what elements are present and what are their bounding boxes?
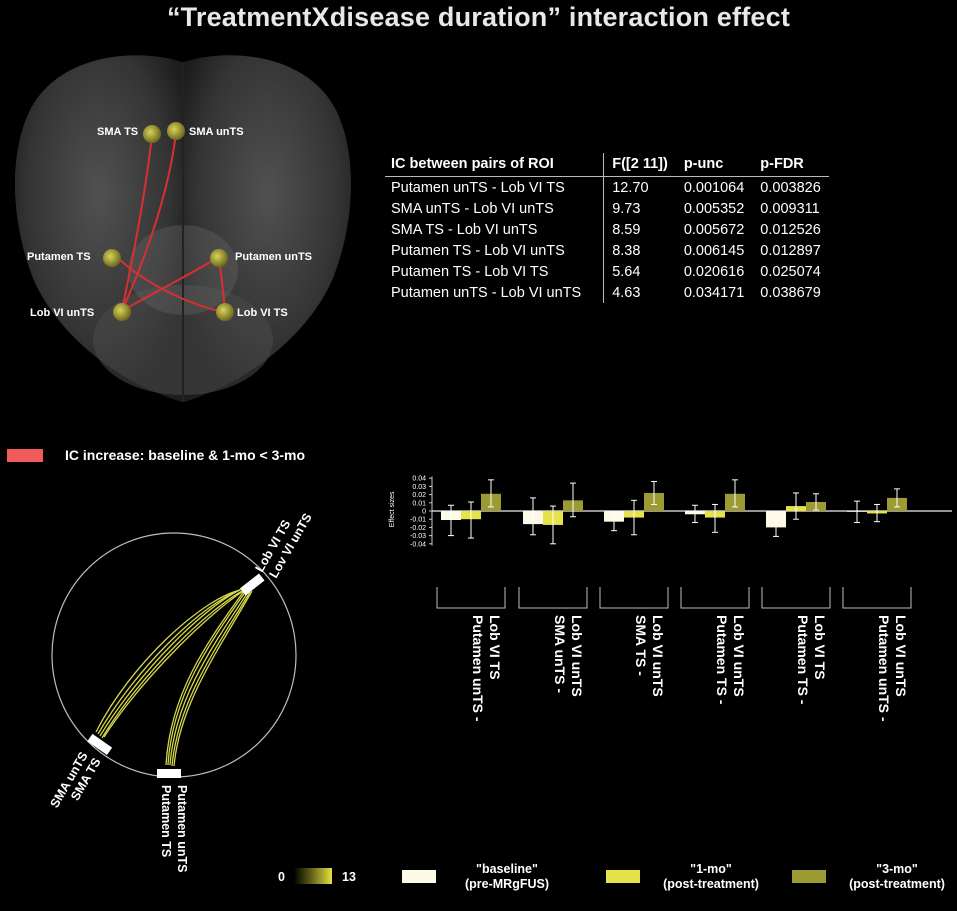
- y-tick-label: -0.03: [410, 533, 426, 540]
- connectivity-circle: Lob VI TS Lov VI unTS SMA unTS SMA TS Pu…: [0, 455, 380, 906]
- cell-f: 8.38: [612, 243, 641, 259]
- category-label: SMA TS - Lob VI unTS: [633, 615, 666, 697]
- colorbar-min-label: 0: [278, 870, 285, 884]
- y-tick-label: -0.04: [410, 541, 426, 548]
- category-label: Putamen unTS - Lob VI TS: [470, 615, 503, 725]
- cell-pair: Putamen TS - Lob VI TS: [385, 261, 605, 282]
- cell-p-unc: 0.020616: [683, 264, 745, 280]
- category-bracket: [436, 587, 506, 609]
- bar-chart-svg: 0.040.030.020.01 0-0.01-0.02-0.03-0.04 Eff…: [389, 476, 952, 725]
- circle-label-putamen-ts: Putamen TS: [159, 785, 173, 857]
- cell-p-unc: 0.005672: [683, 222, 745, 238]
- y-tick-label: 0.02: [412, 492, 426, 499]
- node-putamen: [157, 769, 181, 778]
- header-p-fdr: p-FDR: [752, 153, 829, 177]
- legend-label-baseline: "baseline" (pre-MRgFUS): [464, 862, 549, 891]
- category-label: Putamen unTS - Lob VI unTS: [876, 615, 909, 725]
- table-header-row: IC between pairs of ROI F([2 11]) p-unc …: [385, 153, 829, 177]
- cell-p-fdr: 0.009311: [760, 201, 820, 217]
- cell-f: 9.73: [612, 201, 641, 217]
- y-tick-label: -0.01: [410, 517, 426, 524]
- y-axis-label: Effect sizes: [389, 491, 396, 527]
- roi-lob-vi-ts: [216, 303, 234, 321]
- roi-putamen-ts: [103, 249, 121, 267]
- y-tick-label: 0.01: [412, 500, 426, 507]
- table-row: Putamen TS - Lob VI TS 5.64 0.020616 0.0250…: [385, 261, 829, 282]
- cell-p-fdr: 0.025074: [760, 264, 821, 280]
- roi-putamen-unts: [210, 249, 228, 267]
- cell-p-fdr: 0.012526: [760, 222, 821, 238]
- connectivity-ring: Lob VI TS Lov VI unTS SMA unTS SMA TS Pu…: [47, 511, 314, 873]
- y-tick-label: 0.04: [412, 476, 426, 483]
- legend-swatch-baseline: [402, 870, 436, 883]
- roi-label-sma-ts: SMA TS: [97, 126, 139, 138]
- bottom-legend: 0 13 "baseline" (pre-MRgFUS) "1-mo" (post-…: [0, 858, 957, 906]
- cell-p-unc: 0.005352: [683, 201, 745, 217]
- cell-f: 5.64: [612, 264, 641, 280]
- roi-sma-unts: [167, 122, 185, 140]
- cell-pair: Putamen unTS - Lob VI TS: [385, 176, 605, 198]
- legend-label-1mo: "1-mo" (post-treatment): [663, 862, 759, 891]
- table-row: Putamen unTS - Lob VI TS 12.70 0.001064 0.0…: [385, 176, 829, 198]
- legend-label-3mo: "3-mo" (post-treatment): [849, 862, 945, 891]
- cell-p-unc: 0.001064: [683, 180, 745, 196]
- category-bracket: [842, 587, 912, 609]
- connectivity-edges: [95, 587, 253, 767]
- roi-label-sma-unts: SMA unTS: [189, 126, 244, 138]
- y-tick-label: 0: [422, 509, 426, 516]
- roi-label-putamen-ts: Putamen TS: [27, 251, 91, 263]
- cell-p-unc: 0.034171: [683, 285, 745, 301]
- header-p-unc: p-unc: [675, 153, 753, 177]
- header-ic-pairs: IC between pairs of ROI: [385, 153, 605, 177]
- colorbar: [294, 868, 332, 884]
- table-row: Putamen unTS - Lob VI unTS 4.63 0.034171 0.…: [385, 282, 829, 303]
- roi-sma-ts: [143, 125, 161, 143]
- chart-title: “TreatmentXdisease duration” interaction…: [166, 2, 791, 32]
- legend-swatch-1mo: [606, 870, 640, 883]
- category-bracket: [518, 587, 588, 609]
- category-label: Putamen TS - Lob VI unTS: [714, 615, 747, 708]
- category-bracket: [599, 587, 669, 609]
- cell-f: 8.59: [612, 222, 641, 238]
- category-bracket: [761, 587, 831, 609]
- table-row: Putamen TS - Lob VI unTS 8.38 0.006145 0.01…: [385, 240, 829, 261]
- cell-p-fdr: 0.012897: [760, 243, 821, 259]
- roi-label-lob-vi-ts: Lob VI TS: [237, 307, 288, 319]
- cell-f: 4.63: [612, 285, 641, 301]
- roi-label-lob-vi-unts: Lob VI unTS: [30, 307, 95, 319]
- cell-p-unc: 0.006145: [683, 243, 745, 259]
- roi-lob-vi-unts: [113, 303, 131, 321]
- brain-glass-view: SMA TS SMA unTS Putamen TS Putamen unTS …: [0, 40, 365, 420]
- legend-swatch-3mo: [792, 870, 826, 883]
- cell-pair: SMA unTS - Lob VI unTS: [385, 198, 605, 219]
- table-row: SMA unTS - Lob VI unTS 9.73 0.005352 0.0093…: [385, 198, 829, 219]
- brain-outline: [14, 55, 352, 402]
- y-tick-label: -0.02: [410, 525, 426, 532]
- cell-pair: SMA TS - Lob VI unTS: [385, 219, 605, 240]
- category-bracket: [680, 587, 750, 609]
- cell-p-fdr: 0.038679: [760, 285, 821, 301]
- cell-p-fdr: 0.003826: [760, 180, 821, 196]
- y-tick-label: 0.03: [412, 484, 426, 491]
- header-f: F([2 11]): [603, 153, 676, 177]
- category-label: SMA unTS - Lob VI unTS: [552, 615, 585, 697]
- table-row: SMA TS - Lob VI unTS 8.59 0.005672 0.012526: [385, 219, 829, 240]
- cell-pair: Putamen TS - Lob VI unTS: [385, 240, 605, 261]
- effect-size-chart: 0.04 0.03 0.02 0.01 0 -0.01 -0.02 -0.03 -0.04 Eff…: [380, 425, 957, 845]
- cell-f: 12.70: [612, 180, 649, 196]
- roi-label-putamen-unts: Putamen unTS: [235, 251, 313, 263]
- colorbar-max-label: 13: [342, 870, 356, 884]
- category-label: Putamen TS - Lob VI TS: [795, 615, 828, 708]
- cell-pair: Putamen unTS - Lob VI unTS: [385, 282, 605, 303]
- node-lob-vi: [240, 573, 265, 596]
- ic-stats-table: IC between pairs of ROI F([2 11]) p-unc …: [385, 153, 829, 303]
